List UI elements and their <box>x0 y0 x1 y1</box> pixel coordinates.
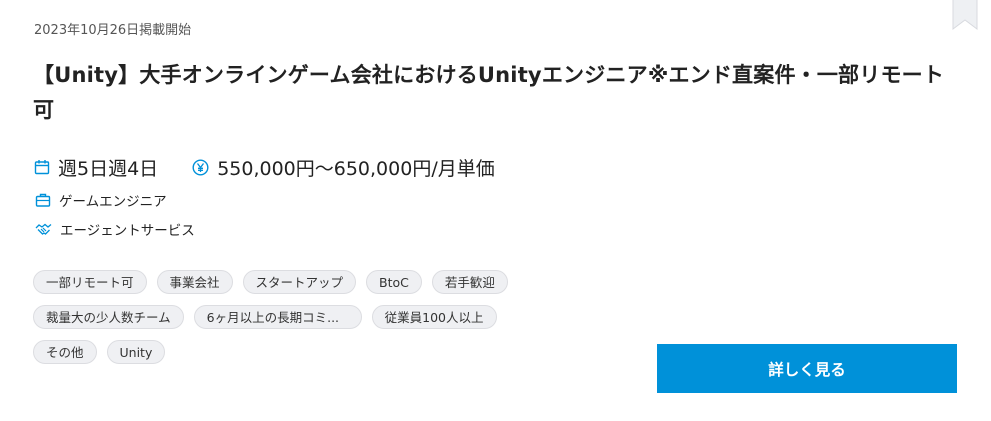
tag: 事業会社 <box>156 270 233 294</box>
briefcase-icon <box>35 193 51 207</box>
tag: 従業員100人以上 <box>371 305 497 329</box>
tag-line: 裁量大の少人数チーム 6ヶ月以上の長期コミ... 従業員100人以上 <box>33 305 573 329</box>
price-item: 550,000円〜650,000円/月単価 <box>192 154 495 181</box>
tag-list: 一部リモート可 事業会社 スタートアップ BtoC 若手歓迎 裁量大の少人数チー… <box>33 270 573 375</box>
tag: 若手歓迎 <box>431 270 508 294</box>
service-row: エージェントサービス <box>35 219 195 239</box>
tag: スタートアップ <box>242 270 357 294</box>
tag: BtoC <box>366 270 422 294</box>
service-text: エージェントサービス <box>60 223 195 239</box>
tag: 6ヶ月以上の長期コミ... <box>193 305 362 329</box>
yen-icon <box>192 158 209 176</box>
tag: その他 <box>33 340 97 364</box>
posted-date: 2023年10月26日掲載開始 <box>34 23 192 38</box>
job-title[interactable]: 【Unity】大手オンラインゲーム会社におけるUnityエンジニア※エンド直案件… <box>33 58 953 128</box>
job-card: 2023年10月26日掲載開始 【Unity】大手オンラインゲーム会社におけるU… <box>0 0 991 421</box>
schedule-text: 週5日週4日 <box>58 157 159 180</box>
job-type-text: ゲームエンジニア <box>59 194 167 210</box>
tag: 裁量大の少人数チーム <box>33 305 184 329</box>
tag: Unity <box>106 340 166 364</box>
tag-line: 一部リモート可 事業会社 スタートアップ BtoC 若手歓迎 <box>33 270 573 294</box>
price-text: 550,000円〜650,000円/月単価 <box>217 157 495 180</box>
view-details-button[interactable]: 詳しく見る <box>657 344 957 393</box>
tag-line: その他 Unity <box>33 340 573 364</box>
job-type-row: ゲームエンジニア <box>35 190 167 210</box>
schedule-item: 週5日週4日 <box>34 154 158 181</box>
calendar-icon <box>34 160 50 175</box>
bookmark-icon[interactable] <box>952 0 978 31</box>
meta-row: 週5日週4日 550,000円〜650,000円/月単価 <box>34 153 529 181</box>
handshake-icon <box>35 223 52 235</box>
tag: 一部リモート可 <box>33 270 147 294</box>
